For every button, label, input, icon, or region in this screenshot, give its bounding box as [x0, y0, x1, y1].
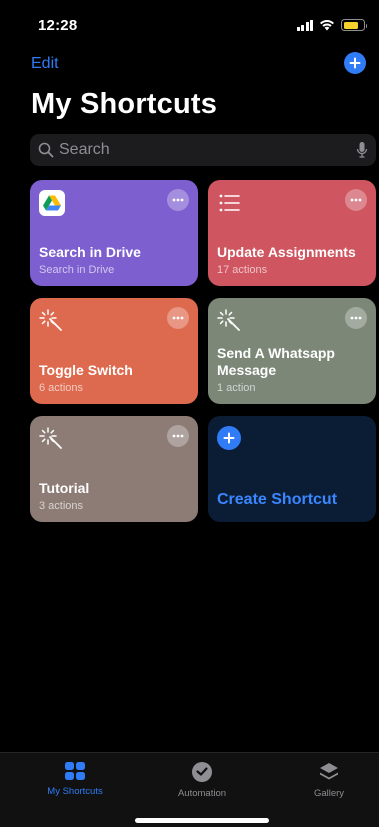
tab-my-shortcuts[interactable]: My Shortcuts: [30, 761, 120, 797]
status-bar: 12:28: [0, 0, 379, 46]
battery-icon: [341, 19, 367, 31]
tab-label: My Shortcuts: [47, 786, 103, 797]
page-title: My Shortcuts: [31, 88, 218, 120]
home-indicator[interactable]: [135, 818, 269, 823]
shortcut-title: Send A Whatsapp Message: [217, 345, 335, 378]
cellular-signal-icon: [296, 19, 313, 31]
search-input[interactable]: [59, 141, 356, 159]
shortcut-card-send-a-whatsapp-message[interactable]: Send A Whatsapp Message 1 action: [208, 298, 376, 404]
shortcut-subtitle: 1 action: [217, 382, 256, 394]
shortcut-subtitle: 17 actions: [217, 264, 268, 276]
tab-gallery[interactable]: Gallery: [284, 761, 374, 799]
edit-button[interactable]: Edit: [31, 55, 59, 73]
more-options-button[interactable]: [167, 307, 189, 329]
add-shortcut-button[interactable]: [344, 52, 366, 74]
ellipsis-icon: [350, 316, 362, 320]
tab-bar: My Shortcuts Automation Gallery: [0, 752, 379, 827]
shortcut-card-update-assignments[interactable]: Update Assignments 17 actions: [208, 180, 376, 286]
more-options-button[interactable]: [345, 307, 367, 329]
ellipsis-icon: [350, 198, 362, 202]
shortcut-subtitle: 6 actions: [39, 382, 84, 394]
tab-automation[interactable]: Automation: [157, 761, 247, 799]
tab-label: Automation: [177, 788, 227, 799]
more-options-button[interactable]: [345, 189, 367, 211]
shortcut-title: Update Assignments: [217, 244, 356, 260]
battery-level: [343, 21, 358, 29]
plus-icon: [349, 57, 361, 69]
more-options-button[interactable]: [167, 189, 189, 211]
shortcut-title: Search in Drive: [39, 244, 141, 260]
magic-wand-icon: [39, 427, 62, 449]
shortcut-card-tutorial[interactable]: Tutorial 3 actions: [30, 416, 198, 522]
header-row: Edit: [0, 52, 379, 78]
layers-icon: [320, 763, 338, 780]
search-bar[interactable]: [30, 134, 376, 166]
list-icon: [219, 194, 240, 212]
tab-label: Gallery: [313, 788, 345, 799]
shortcut-title: Toggle Switch: [39, 362, 133, 378]
magnifier-icon: [38, 142, 54, 158]
ellipsis-icon: [172, 434, 184, 438]
plus-icon: [217, 426, 241, 450]
shortcut-title: Tutorial: [39, 480, 90, 496]
status-icons: [296, 19, 367, 31]
grid-icon: [65, 762, 85, 780]
create-shortcut-card[interactable]: Create Shortcut: [208, 416, 376, 522]
shortcut-subtitle: 3 actions: [39, 500, 84, 512]
shortcut-subtitle: Search in Drive: [39, 264, 115, 276]
ellipsis-icon: [172, 198, 184, 202]
google-drive-icon: [39, 190, 65, 216]
magic-wand-icon: [39, 309, 62, 331]
wifi-icon: [320, 20, 334, 31]
shortcut-grid: Search in Drive Search in Drive Update A…: [30, 180, 376, 522]
ellipsis-icon: [172, 316, 184, 320]
magic-wand-icon: [217, 309, 240, 331]
status-time: 12:28: [38, 17, 78, 34]
clock-check-icon: [192, 762, 212, 782]
create-shortcut-label: Create Shortcut: [217, 491, 338, 508]
microphone-icon[interactable]: [356, 141, 368, 159]
shortcut-card-toggle-switch[interactable]: Toggle Switch 6 actions: [30, 298, 198, 404]
more-options-button[interactable]: [167, 425, 189, 447]
shortcut-card-search-in-drive[interactable]: Search in Drive Search in Drive: [30, 180, 198, 286]
